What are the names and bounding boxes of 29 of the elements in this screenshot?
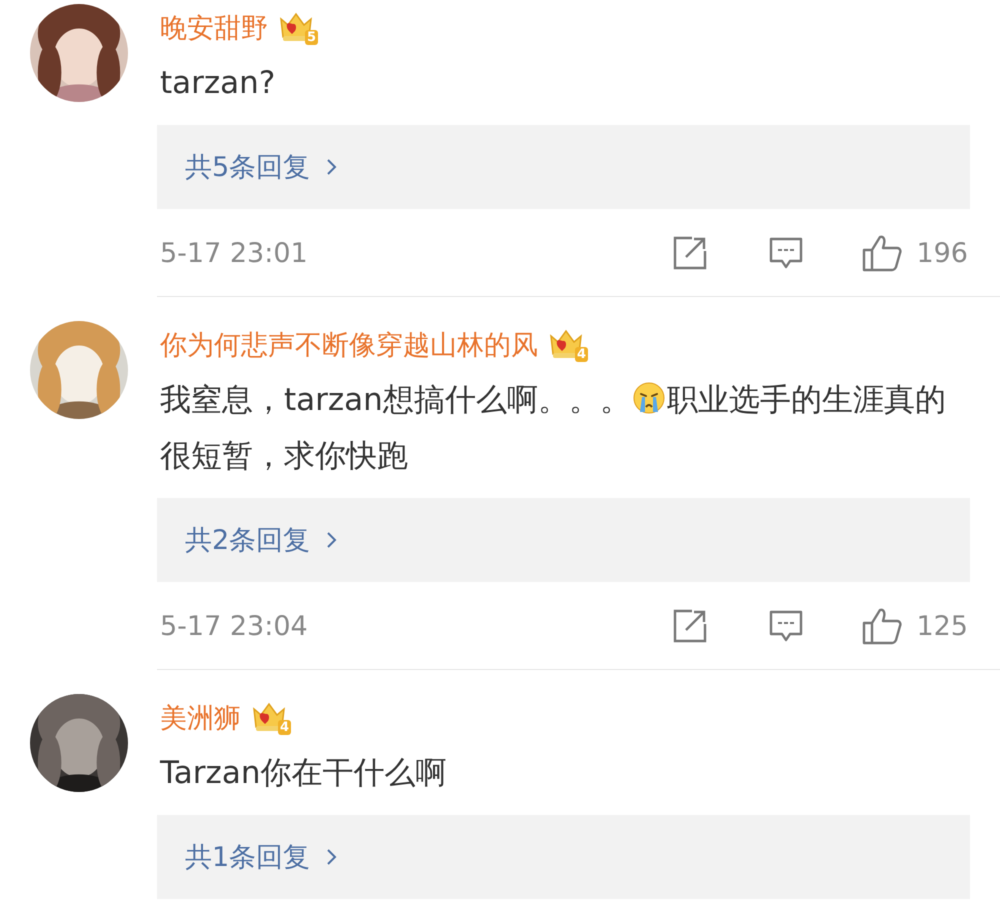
comment-icon[interactable] — [768, 235, 804, 271]
crown-icon — [548, 328, 584, 360]
like-count: 196 — [916, 238, 968, 268]
chevron-right-icon — [326, 530, 338, 550]
user-name[interactable]: 美洲狮 — [160, 700, 241, 736]
comment-text: tarzan? — [159, 64, 276, 103]
chevron-right-icon — [326, 157, 338, 177]
crying-face-icon — [632, 382, 665, 414]
thumbs-up-icon[interactable] — [862, 234, 902, 272]
badge-level: 5 — [304, 30, 318, 45]
share-icon[interactable] — [672, 235, 708, 271]
thumbs-up-icon[interactable] — [862, 607, 902, 645]
user-name[interactable]: 你为何悲声不断像穿越山林的风 — [160, 327, 538, 363]
share-icon[interactable] — [672, 608, 708, 644]
comment-text: Tarzan你在干什么啊 — [158, 754, 448, 793]
badge-level: 4 — [574, 347, 588, 362]
replies-link[interactable]: 共5条回复 — [157, 125, 970, 209]
user-name[interactable]: 晚安甜野 — [160, 10, 268, 46]
chevron-right-icon — [326, 847, 338, 867]
replies-link[interactable]: 共1条回复 — [157, 815, 970, 899]
badge-level: 4 — [278, 720, 291, 735]
replies-link[interactable]: 共2条回复 — [157, 498, 970, 582]
comment-text: 我窒息，tarzan想搞什么啊。。。 职业选手的生涯真的很短暂，求你快跑 — [159, 381, 947, 476]
like-count: 125 — [916, 610, 968, 642]
comment-time: 5-17 23:01 — [160, 238, 308, 268]
comment-icon[interactable] — [768, 608, 804, 644]
crown-icon — [278, 11, 314, 43]
crown-icon — [251, 701, 287, 733]
comment-time: 5-17 23:04 — [160, 610, 308, 642]
